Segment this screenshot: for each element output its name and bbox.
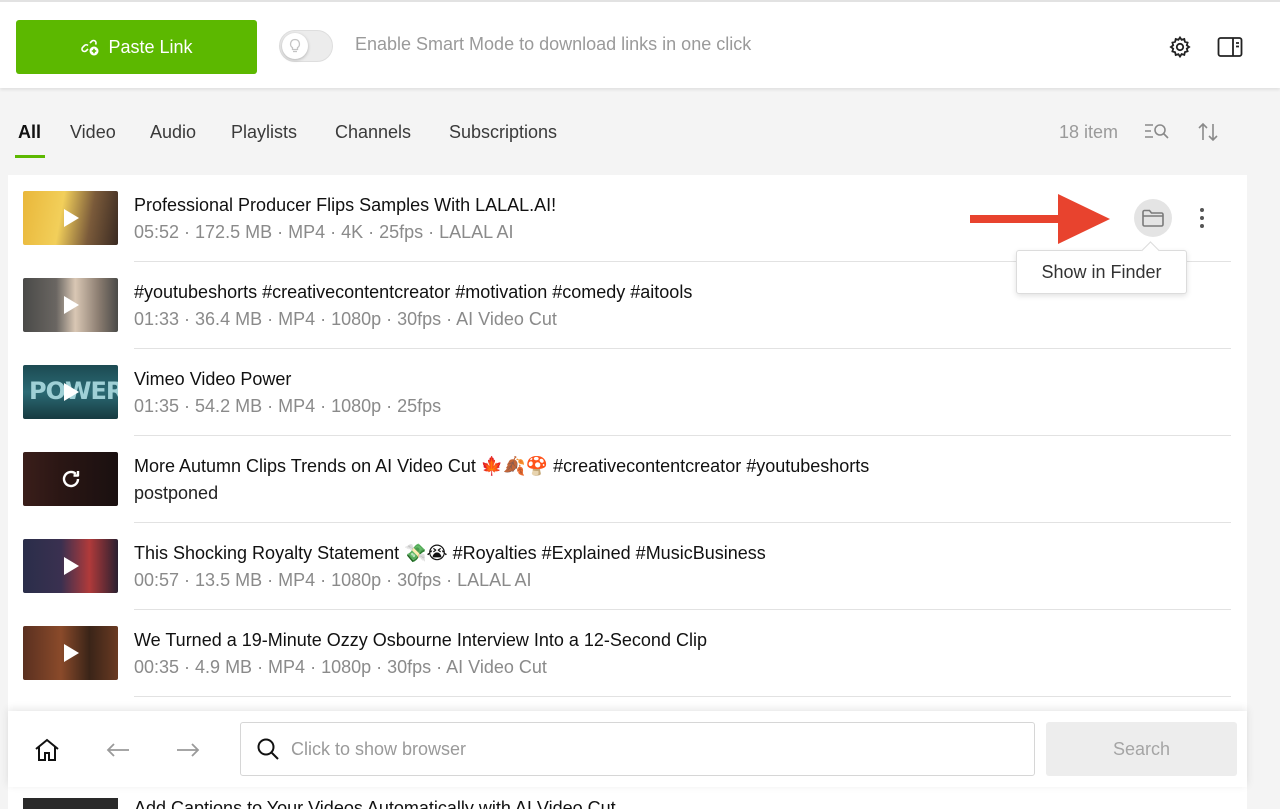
- tab-video[interactable]: Video: [70, 122, 116, 143]
- list-item[interactable]: This Shocking Royalty Statement 💸😭 #Roya…: [8, 523, 1247, 610]
- item-title: Vimeo Video Power: [134, 369, 292, 389]
- filter-tabs: All Video Audio Playlists Channels Subsc…: [0, 118, 1280, 158]
- item-meta: 00:35 · 4.9 MB · MP4 · 1080p · 30fps · A…: [134, 657, 547, 677]
- active-tab-indicator: [15, 155, 45, 158]
- play-icon: [58, 205, 84, 231]
- video-thumbnail: [23, 191, 118, 245]
- paste-link-label: Paste Link: [108, 36, 193, 57]
- list-item[interactable]: We Turned a 19-Minute Ozzy Osbourne Inte…: [8, 610, 1247, 697]
- item-title: This Shocking Royalty Statement 💸😭 #Roya…: [134, 543, 766, 563]
- tab-channels[interactable]: Channels: [335, 122, 411, 143]
- show-in-finder-tooltip: Show in Finder: [1016, 250, 1187, 294]
- list-item[interactable]: POWER Vimeo Video Power 01:35 · 54.2 MB …: [8, 349, 1247, 436]
- search-button[interactable]: Search: [1046, 722, 1237, 776]
- annotation-arrow-icon: [968, 192, 1112, 251]
- sort-icon[interactable]: [1194, 118, 1222, 146]
- list-item-partial[interactable]: Add Captions to Your Videos Automaticall…: [8, 796, 1247, 809]
- top-toolbar: Paste Link Enable Smart Mode to download…: [0, 0, 1280, 88]
- video-thumbnail: [23, 798, 118, 809]
- play-icon: [58, 640, 84, 666]
- item-meta: 01:35 · 54.2 MB · MP4 · 1080p · 25fps: [134, 396, 442, 416]
- item-count: 18 item: [1059, 122, 1119, 142]
- more-options-icon[interactable]: [1190, 203, 1214, 233]
- paste-link-button[interactable]: Paste Link: [16, 20, 257, 74]
- tab-playlists[interactable]: Playlists: [231, 122, 297, 143]
- show-in-finder-button[interactable]: [1134, 199, 1172, 237]
- item-title: We Turned a 19-Minute Ozzy Osbourne Inte…: [134, 630, 707, 650]
- settings-gear-icon[interactable]: [1166, 33, 1194, 61]
- search-list-icon[interactable]: [1143, 118, 1171, 146]
- folder-icon: [1142, 209, 1164, 227]
- video-thumbnail: POWER: [23, 365, 118, 419]
- list-item[interactable]: More Autumn Clips Trends on AI Video Cut…: [8, 436, 1247, 523]
- tab-all[interactable]: All: [18, 122, 41, 143]
- item-meta: 00:57 · 13.5 MB · MP4 · 1080p · 30fps · …: [134, 570, 532, 590]
- video-thumbnail: [23, 539, 118, 593]
- item-title: #youtubeshorts #creativecontentcreator #…: [134, 282, 693, 302]
- browser-search-input[interactable]: [291, 738, 1011, 760]
- item-status: postponed: [134, 483, 219, 503]
- lightbulb-icon: [282, 33, 308, 59]
- back-arrow-icon[interactable]: [103, 735, 133, 765]
- row-divider: [134, 696, 1231, 697]
- item-title: Professional Producer Flips Samples With…: [134, 195, 557, 215]
- retry-icon[interactable]: [58, 466, 84, 492]
- video-thumbnail: [23, 452, 118, 506]
- browser-bar: Search: [8, 711, 1247, 787]
- sidebar-toggle-icon[interactable]: [1216, 33, 1244, 61]
- play-icon: [58, 379, 84, 405]
- video-thumbnail: [23, 278, 118, 332]
- link-add-icon: [81, 39, 99, 56]
- tab-audio[interactable]: Audio: [150, 122, 196, 143]
- browser-address-field[interactable]: [240, 722, 1035, 776]
- item-title: More Autumn Clips Trends on AI Video Cut…: [134, 456, 870, 476]
- play-icon: [58, 553, 84, 579]
- item-meta: 05:52 · 172.5 MB · MP4 · 4K · 25fps · LA…: [134, 222, 514, 242]
- video-thumbnail: [23, 626, 118, 680]
- item-title: Add Captions to Your Videos Automaticall…: [134, 798, 616, 809]
- play-icon: [58, 292, 84, 318]
- search-icon: [255, 736, 281, 762]
- smart-mode-toggle[interactable]: [279, 30, 333, 62]
- item-meta: 01:33 · 36.4 MB · MP4 · 1080p · 30fps · …: [134, 309, 557, 329]
- home-icon[interactable]: [32, 735, 62, 765]
- forward-arrow-icon[interactable]: [173, 735, 203, 765]
- tab-subscriptions[interactable]: Subscriptions: [449, 122, 557, 143]
- smart-mode-text: Enable Smart Mode to download links in o…: [355, 34, 752, 54]
